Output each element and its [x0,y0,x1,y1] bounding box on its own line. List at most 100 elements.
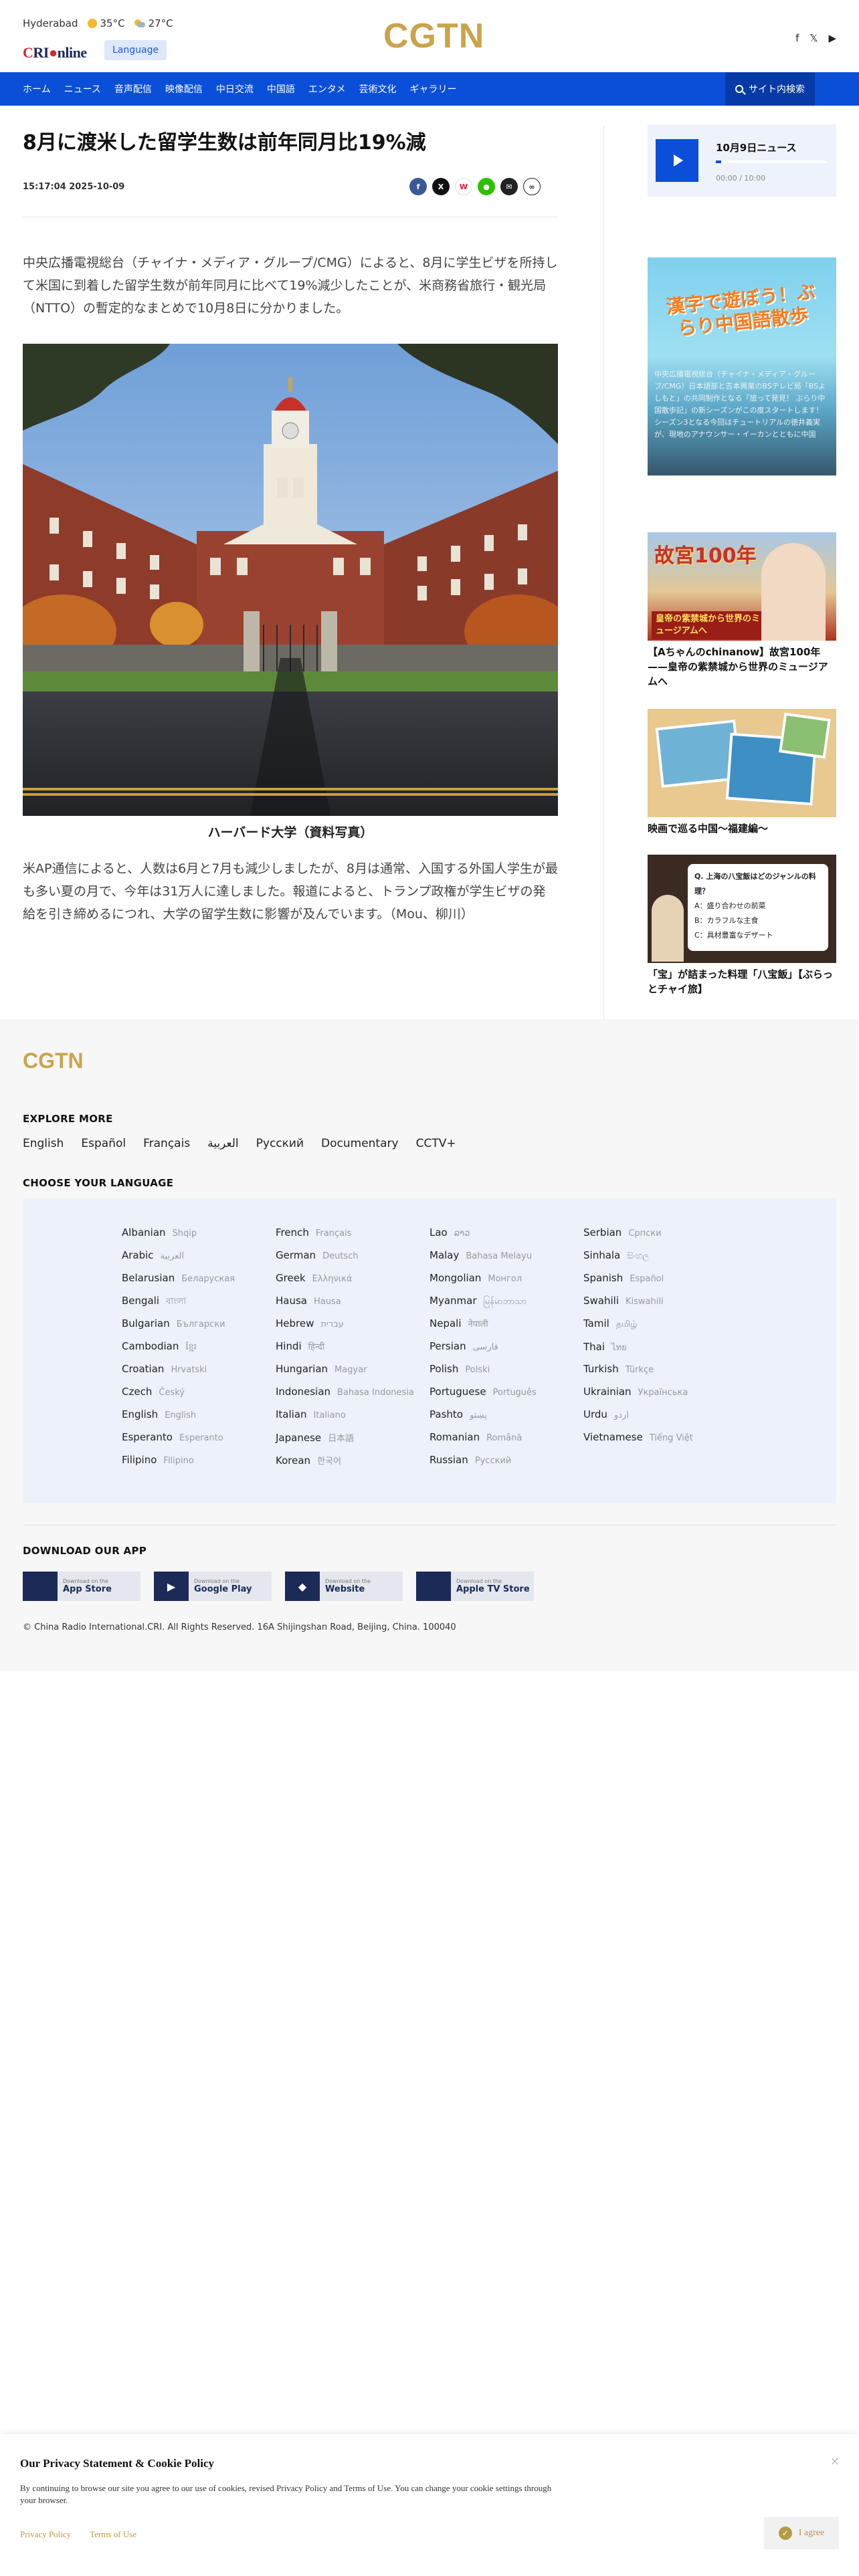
website-button[interactable]: ◆ Download on the Website [285,1572,403,1601]
language-link[interactable]: Cambodian ខ្មែរ [122,1340,269,1363]
language-link[interactable]: Czech Český [122,1386,269,1408]
email-share-icon[interactable]: ✉ [500,178,518,195]
language-link[interactable]: Serbian Српски [583,1226,731,1249]
agree-button[interactable]: ✓ I agree [764,2517,839,2549]
explore-link-french[interactable]: Français [143,1137,190,1150]
language-link[interactable]: Russian Русский [430,1454,577,1477]
close-icon[interactable]: × [831,2453,839,2470]
language-link[interactable]: Spanish Español [583,1272,731,1295]
language-link[interactable]: Hausa Hausa [276,1295,423,1317]
apple-tv-button[interactable]: Download on the Apple TV Store [416,1572,534,1601]
weibo-share-icon[interactable]: W [455,178,472,195]
app-store-button[interactable]: Download on the App Store [23,1572,140,1601]
language-heading: CHOOSE YOUR LANGUAGE [23,1177,174,1189]
sun-icon [87,19,97,28]
explore-link-arabic[interactable]: العربية [207,1137,238,1150]
facebook-share-icon[interactable]: f [409,178,427,195]
facebook-icon[interactable]: f [795,32,799,44]
language-link[interactable]: Bulgarian Български [122,1317,269,1340]
nav-item-video[interactable]: 映像配信 [165,82,203,96]
sidebar-card-1[interactable]: 故宮100年 皇帝の紫禁城から世界のミュージアムへ 【Aちゃんのchinanow… [648,532,836,689]
nav-item-home[interactable]: ホーム [23,82,51,96]
language-native-name: English [165,1410,197,1420]
language-link[interactable]: French Français [276,1226,423,1249]
language-link[interactable]: Malay Bahasa Melayu [430,1249,577,1272]
language-link[interactable]: Hindi हिन्दी [276,1340,423,1363]
language-link[interactable]: Urdu اردو [583,1408,731,1431]
article: 8月に渡米した留学生数は前年同月比19%減 15:17:04 2025-10-0… [0,106,603,1019]
language-native-name: ខ្មែរ [185,1342,197,1352]
nav-item-chinese[interactable]: 中国語 [267,82,295,96]
nav-item-entertainment[interactable]: エンタメ [308,82,346,96]
language-link[interactable]: Belarusian Беларуская [122,1272,269,1295]
nav-item-culture[interactable]: 芸術文化 [359,82,397,96]
language-link[interactable]: Hebrew עברית [276,1317,423,1340]
language-link[interactable]: Filipino Filipino [122,1454,269,1477]
nav-item-audio[interactable]: 音声配信 [114,82,152,96]
footer-cgtn-logo[interactable]: CGTN [23,1049,84,1073]
nav-item-exchange[interactable]: 中日交流 [216,82,254,96]
language-link[interactable]: Italian Italiano [276,1408,423,1431]
language-button[interactable]: Language [104,40,167,60]
language-link[interactable]: Thai ไทย [583,1340,731,1363]
language-link[interactable]: Greek Ελληνικά [276,1272,423,1295]
language-link[interactable]: English English [122,1408,269,1431]
nav-item-news[interactable]: ニュース [64,82,101,96]
link-share-icon[interactable]: ∞ [523,178,541,195]
audio-progress-bar[interactable] [716,160,827,163]
language-link[interactable]: Albanian Shqip [122,1226,269,1249]
sidebar-card-3[interactable]: Q. 上海の八宝飯はどのジャンルの料理？ A：盛り合わせの前菜 B：カラフルな主… [648,855,836,996]
language-link[interactable]: Myanmar မြန်မာဘာသာ [430,1295,577,1317]
wechat-share-icon[interactable]: ● [478,178,495,195]
youtube-icon[interactable]: ▶ [828,32,836,44]
language-link[interactable]: Persian فارسی [430,1340,577,1363]
language-link[interactable]: Pashto پښتو [430,1408,577,1431]
language-link[interactable]: Indonesian Bahasa Indonesia [276,1386,423,1408]
language-native-name: Magyar [335,1365,367,1375]
cri-online-logo[interactable]: CRI●nline [23,44,87,62]
language-link[interactable]: Lao ລາວ [430,1226,577,1249]
privacy-policy-link[interactable]: Privacy Policy [20,2529,71,2540]
quiz-panel: Q. 上海の八宝飯はどのジャンルの料理？ A：盛り合わせの前菜 B：カラフルな主… [688,864,828,951]
language-link[interactable]: Hungarian Magyar [276,1363,423,1386]
language-link[interactable]: Polish Polski [430,1363,577,1386]
sidebar-card-2[interactable]: 映画で巡る中国〜福建編〜 [648,709,836,836]
language-link[interactable]: Arabic العربية [122,1249,269,1272]
language-name: Albanian [122,1226,166,1239]
language-native-name: Hausa [314,1297,341,1307]
language-link[interactable]: Vietnamese Tiếng Việt [583,1431,731,1454]
language-link[interactable]: Mongolian Монгол [430,1272,577,1295]
language-link[interactable]: Ukrainian Українська [583,1386,731,1408]
explore-link-russian[interactable]: Русский [256,1137,304,1150]
terms-of-use-link[interactable]: Terms of Use [90,2529,136,2540]
google-play-button[interactable]: ▶ Download on the Google Play [154,1572,272,1601]
language-link[interactable]: German Deutsch [276,1249,423,1272]
language-link[interactable]: Sinhala සිංහල [583,1249,731,1272]
language-link[interactable]: Tamil தமிழ் [583,1317,731,1340]
language-native-name: Esperanto [179,1433,223,1443]
explore-link-spanish[interactable]: Español [81,1137,126,1150]
language-link[interactable]: Swahili Kiswahili [583,1295,731,1317]
language-link[interactable]: Romanian Română [430,1431,577,1454]
site-search-button[interactable]: サイト内検索 [725,72,815,106]
language-native-name: Tiếng Việt [649,1433,693,1443]
explore-link-english[interactable]: English [23,1137,64,1150]
language-link[interactable]: Nepali नेपाली [430,1317,577,1340]
nav-item-gallery[interactable]: ギャラリー [410,82,457,96]
language-link[interactable]: Croatian Hrvatski [122,1363,269,1386]
language-link[interactable]: Korean 한국어 [276,1454,423,1477]
explore-link-documentary[interactable]: Documentary [321,1137,399,1150]
x-share-icon[interactable]: X [432,178,450,195]
language-name: Belarusian [122,1272,175,1284]
play-button[interactable] [656,139,698,182]
language-link[interactable]: Japanese 日本語 [276,1431,423,1454]
language-name: Korean [276,1455,311,1467]
cgtn-logo[interactable]: CGTN [383,16,484,56]
language-link[interactable]: Esperanto Esperanto [122,1431,269,1454]
language-link[interactable]: Bengali বাংলা [122,1295,269,1317]
explore-link-cctv[interactable]: CCTV+ [416,1137,456,1150]
language-link[interactable]: Portuguese Português [430,1386,577,1408]
language-link[interactable]: Turkish Türkçe [583,1363,731,1386]
x-icon[interactable]: 𝕏 [809,32,818,44]
promo-banner[interactable]: 漢字で遊ぼう！ぶらり中国語散歩 中央広播電視総台（チャイナ・メディア・グループ/… [648,257,836,475]
